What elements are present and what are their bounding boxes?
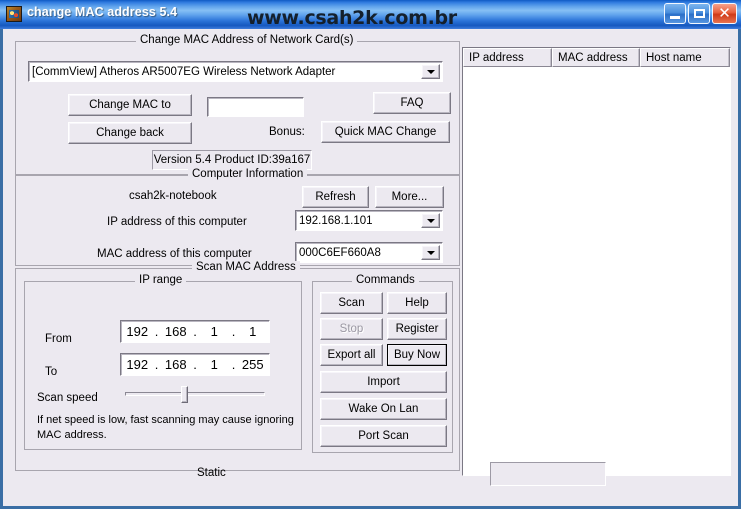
ip-to-octet-1[interactable]: 192 xyxy=(121,357,154,372)
watermark-text: www.csah2k.com.br xyxy=(247,7,457,29)
ip-from-octet-4[interactable]: 1 xyxy=(237,324,270,339)
status-progress-box xyxy=(490,462,606,486)
ip-from-octet-1[interactable]: 192 xyxy=(121,324,154,339)
window-title: change MAC address 5.4 xyxy=(27,5,178,19)
close-icon: ✕ xyxy=(718,4,731,22)
column-header-host-name[interactable]: Host name xyxy=(640,48,730,67)
listview-header: IP address MAC address Host name xyxy=(463,48,730,67)
computer-name-label: csah2k-notebook xyxy=(129,190,217,202)
minimize-icon xyxy=(670,16,680,19)
chevron-down-icon[interactable] xyxy=(421,213,440,228)
close-button[interactable]: ✕ xyxy=(712,3,737,24)
port-scan-button[interactable]: Port Scan xyxy=(320,425,447,447)
status-label: Static xyxy=(197,467,226,479)
bonus-label: Bonus: xyxy=(269,126,305,138)
title-bar[interactable]: change MAC address 5.4 www.csah2k.com.br… xyxy=(0,0,741,29)
from-label: From xyxy=(45,333,72,345)
faq-button[interactable]: FAQ xyxy=(373,92,451,114)
buy-now-button[interactable]: Buy Now xyxy=(387,344,447,366)
mac-address-label: MAC address of this computer xyxy=(97,248,252,260)
column-header-ip-address[interactable]: IP address xyxy=(463,48,552,67)
quick-mac-change-button[interactable]: Quick MAC Change xyxy=(321,121,450,143)
scan-speed-slider[interactable] xyxy=(125,386,265,404)
chevron-down-icon[interactable] xyxy=(421,245,440,260)
computer-info-group-title: Computer Information xyxy=(188,168,308,180)
slider-thumb[interactable] xyxy=(181,386,188,403)
maximize-icon xyxy=(694,9,705,18)
minimize-button[interactable] xyxy=(664,3,686,24)
new-mac-input[interactable] xyxy=(207,97,304,117)
app-icon xyxy=(6,6,22,22)
mac-address-combo[interactable]: 000C6EF660A8 xyxy=(295,242,443,263)
ip-to-octet-3[interactable]: 1 xyxy=(198,357,231,372)
change-mac-group: Change MAC Address of Network Card(s) [C… xyxy=(15,34,460,175)
caption-button-group: ✕ xyxy=(664,3,737,24)
ip-from-octet-3[interactable]: 1 xyxy=(198,324,231,339)
to-label: To xyxy=(45,366,58,378)
ip-to-field[interactable]: 192 . 168 . 1 . 255 xyxy=(120,353,270,376)
export-all-button[interactable]: Export all xyxy=(320,344,383,366)
ip-to-octet-4[interactable]: 255 xyxy=(237,357,270,372)
ip-address-combo[interactable]: 192.168.1.101 xyxy=(295,210,443,231)
maximize-button[interactable] xyxy=(688,3,710,24)
commands-group-title: Commands xyxy=(352,274,419,286)
column-header-mac-address[interactable]: MAC address xyxy=(552,48,640,67)
results-listview[interactable]: IP address MAC address Host name xyxy=(462,47,731,476)
scan-mac-group-title: Scan MAC Address xyxy=(192,261,300,273)
scan-hint-line-1: If net speed is low, fast scanning may c… xyxy=(37,414,294,426)
ip-range-group: IP range From 192 . 168 . 1 . 1 To 192 .… xyxy=(24,274,302,450)
ip-range-group-title: IP range xyxy=(135,274,187,286)
listview-body[interactable] xyxy=(463,67,730,475)
adapter-combo[interactable]: [CommView] Atheros AR5007EG Wireless Net… xyxy=(28,61,443,82)
slider-track xyxy=(125,392,265,396)
ip-from-octet-2[interactable]: 168 xyxy=(160,324,193,339)
scan-mac-group: Scan MAC Address IP range From 192 . 168… xyxy=(15,261,460,471)
ip-to-octet-2[interactable]: 168 xyxy=(160,357,193,372)
scan-hint-line-2: MAC address. xyxy=(37,429,107,441)
register-button[interactable]: Register xyxy=(387,318,447,340)
ip-address-label: IP address of this computer xyxy=(107,216,247,228)
ip-from-field[interactable]: 192 . 168 . 1 . 1 xyxy=(120,320,270,343)
adapter-combo-value: [CommView] Atheros AR5007EG Wireless Net… xyxy=(32,65,336,78)
change-mac-to-button[interactable]: Change MAC to xyxy=(68,94,192,116)
version-info: Version 5.4 Product ID:39a167 xyxy=(152,150,312,170)
mac-address-value: 000C6EF660A8 xyxy=(299,246,381,259)
change-back-button[interactable]: Change back xyxy=(68,122,192,144)
stop-button[interactable]: Stop xyxy=(320,318,383,340)
commands-group: Commands Scan Help Stop Register Export … xyxy=(312,274,453,453)
client-area: Change MAC Address of Network Card(s) [C… xyxy=(3,29,738,506)
more-button[interactable]: More... xyxy=(375,186,444,208)
help-button[interactable]: Help xyxy=(387,292,447,314)
scan-speed-label: Scan speed xyxy=(37,392,98,404)
refresh-button[interactable]: Refresh xyxy=(302,186,369,208)
change-mac-group-title: Change MAC Address of Network Card(s) xyxy=(136,34,358,46)
scan-button[interactable]: Scan xyxy=(320,292,383,314)
chevron-down-icon[interactable] xyxy=(421,64,440,79)
wake-on-lan-button[interactable]: Wake On Lan xyxy=(320,398,447,420)
import-button[interactable]: Import xyxy=(320,371,447,393)
application-window: change MAC address 5.4 www.csah2k.com.br… xyxy=(0,0,741,509)
computer-info-group: Computer Information csah2k-notebook Ref… xyxy=(15,168,460,266)
ip-address-value: 192.168.1.101 xyxy=(299,214,373,227)
